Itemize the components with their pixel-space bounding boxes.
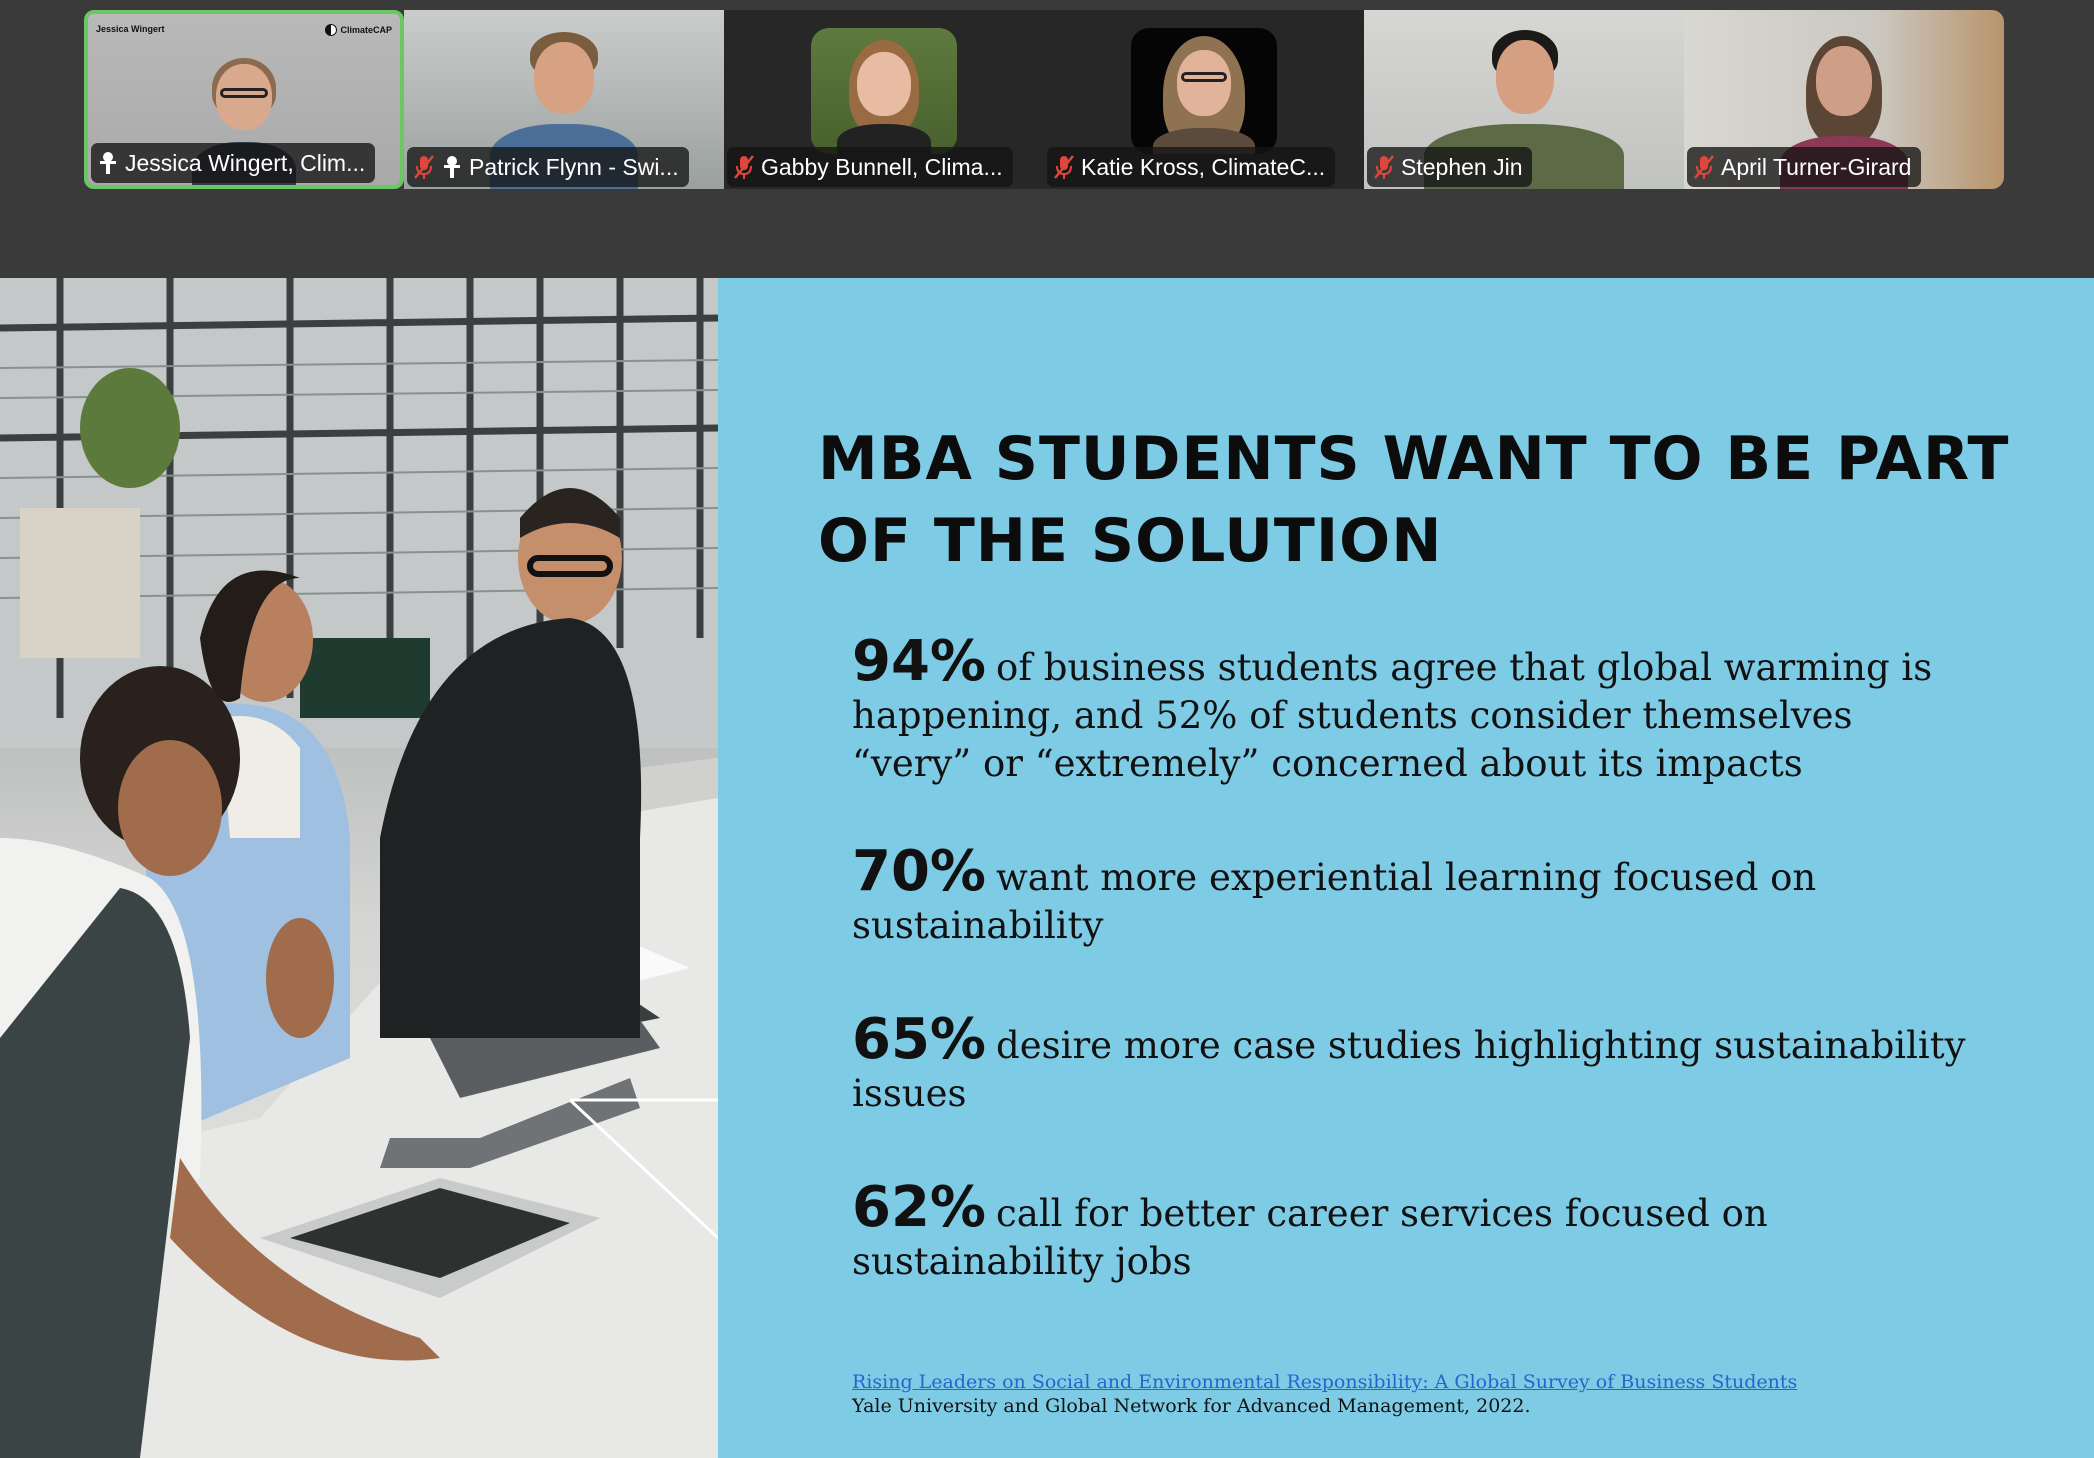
climatecap-logo: ClimateCAP [325, 24, 392, 36]
stat-text: want more experiential learning focused … [852, 856, 1817, 947]
participant-tile-katie[interactable]: Katie Kross, ClimateC... [1044, 10, 1364, 189]
mic-muted-icon [413, 154, 435, 180]
participant-name-label: Katie Kross, ClimateC... [1047, 147, 1336, 187]
participant-name-label: Gabby Bunnell, Clima... [727, 147, 1013, 187]
mic-muted-icon [1373, 154, 1395, 180]
mic-muted-icon [733, 154, 755, 180]
pin-icon [97, 150, 119, 176]
stat-item: 65% desire more case studies highlighting… [852, 1012, 1982, 1118]
participant-name-label: Stephen Jin [1367, 147, 1533, 187]
participant-strip: Jessica Wingert ClimateCAP Jessica Winge… [0, 0, 2094, 278]
participant-tile-gabby[interactable]: Gabby Bunnell, Clima... [724, 10, 1044, 189]
stat-percent: 65% [852, 1007, 987, 1072]
office-meeting-photo [0, 278, 718, 1458]
stat-text: desire more case studies highlighting su… [852, 1024, 1966, 1115]
stat-text: of business students agree that global w… [852, 646, 1933, 785]
stat-item: 70% want more experiential learning focus… [852, 844, 1982, 950]
stat-text: call for better career services focused … [852, 1192, 1768, 1283]
mic-muted-icon [1693, 154, 1715, 180]
mic-muted-icon [1053, 154, 1075, 180]
stat-percent: 94% [852, 629, 987, 694]
profile-picture [1131, 28, 1277, 154]
stat-percent: 70% [852, 839, 987, 904]
participant-tile-patrick[interactable]: Patrick Flynn - Swi... [404, 10, 724, 189]
slide-content: MBA STUDENTS WANT TO BE PART OF THE SOLU… [718, 278, 2094, 1458]
participant-name-label: Jessica Wingert, Clim... [91, 143, 376, 183]
stat-percent: 62% [852, 1175, 987, 1240]
slide-title: MBA STUDENTS WANT TO BE PART OF THE SOLU… [818, 424, 2010, 576]
profile-picture [811, 28, 957, 154]
participant-name-label: Patrick Flynn - Swi... [407, 147, 689, 187]
participant-tile-jessica[interactable]: Jessica Wingert ClimateCAP Jessica Winge… [84, 10, 404, 189]
stat-item: 62% call for better career services focus… [852, 1180, 1982, 1286]
tile-title: Jessica Wingert [96, 24, 165, 34]
slide-source-citation: Rising Leaders on Social and Environment… [852, 1370, 2002, 1418]
pin-icon [441, 154, 463, 180]
source-link[interactable]: Rising Leaders on Social and Environment… [852, 1371, 1797, 1393]
shared-screen-slide: MBA STUDENTS WANT TO BE PART OF THE SOLU… [0, 278, 2094, 1458]
source-text: Yale University and Global Network for A… [852, 1395, 1531, 1417]
participant-tile-april[interactable]: April Turner-Girard [1684, 10, 2004, 189]
participant-tile-stephen[interactable]: Stephen Jin [1364, 10, 1684, 189]
stat-item: 94% of business students agree that globa… [852, 634, 1982, 788]
participant-name-label: April Turner-Girard [1687, 147, 1922, 187]
